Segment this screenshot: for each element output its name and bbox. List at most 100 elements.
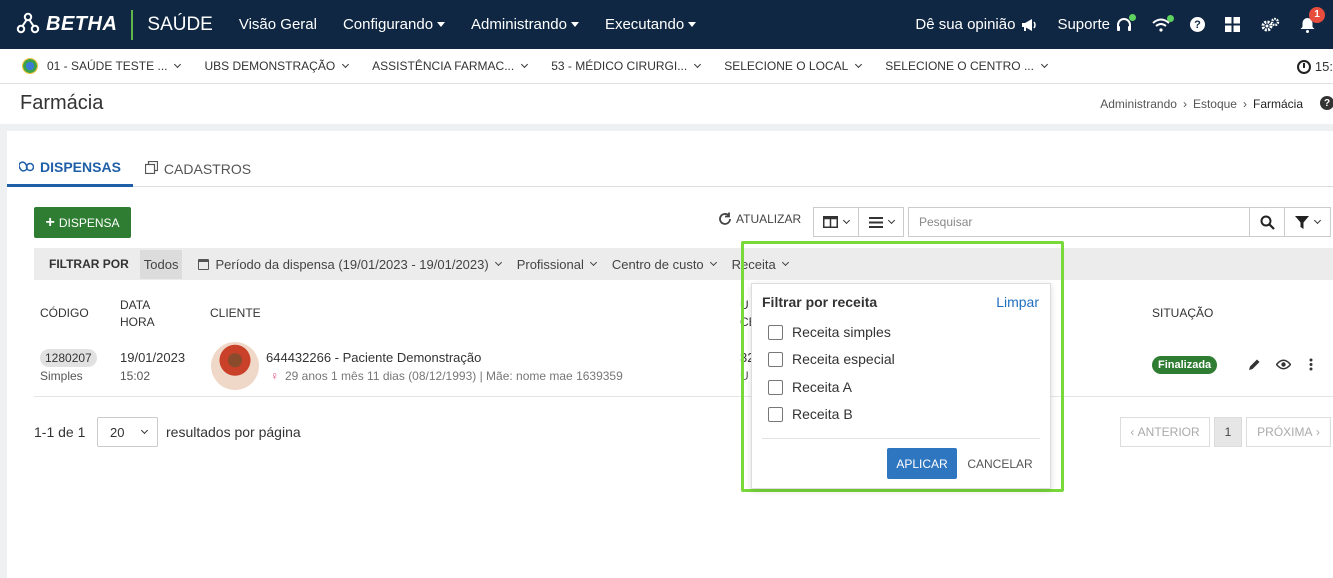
add-dispensa-button[interactable]: + DISPENSA [34, 207, 131, 238]
clock-time: 15: [1314, 59, 1333, 74]
filter-periodo[interactable]: Período da dispensa (19/01/2023 - 19/01/… [198, 257, 502, 272]
refresh-label: ATUALIZAR [736, 212, 802, 226]
tab-dispensas[interactable]: DISPENSAS [7, 150, 133, 187]
support-button[interactable]: Suporte [1057, 13, 1136, 33]
chevron-down-icon [494, 258, 502, 267]
search-input[interactable] [908, 207, 1250, 237]
filter-label: FILTRAR POR [49, 257, 129, 271]
feedback-button[interactable]: Dê sua opinião [915, 16, 1037, 33]
cancel-button[interactable]: CANCELAR [962, 448, 1038, 479]
plus-icon: + [45, 213, 55, 231]
checkbox[interactable] [768, 406, 783, 422]
menu-administrando[interactable]: Administrando [471, 16, 579, 33]
option-label: Receita simples [792, 324, 891, 340]
filter-button[interactable] [1284, 207, 1331, 237]
breadcrumb-administrando[interactable]: Administrando [1100, 97, 1177, 111]
more-options-button[interactable] [1309, 358, 1313, 374]
per-page-select[interactable]: 20 [97, 417, 158, 447]
help-button[interactable]: ? [1190, 17, 1205, 32]
pencil-icon [1249, 359, 1260, 370]
refresh-icon [719, 212, 731, 225]
apps-button[interactable] [1225, 17, 1240, 32]
option-receita-especial[interactable]: Receita especial [768, 351, 895, 367]
per-page-value: 20 [110, 424, 125, 440]
connection-status[interactable] [1152, 14, 1174, 32]
tab-label: CADASTROS [163, 160, 252, 177]
navbar-actions: Dê sua opinião Suporte ? 1 [915, 0, 1325, 49]
calendar-icon [198, 258, 210, 270]
caret-down-icon [688, 22, 697, 27]
per-page-label: resultados por página [166, 424, 301, 440]
main-menu: Visão Geral Configurando Administrando E… [239, 16, 697, 33]
filter-centro-custo[interactable]: Centro de custo [612, 257, 717, 272]
location-selector[interactable]: SELECIONE O LOCAL [724, 59, 863, 73]
chevron-left-icon: ‹ [1130, 425, 1138, 439]
option-label: Receita B [792, 406, 853, 422]
option-receita-a[interactable]: Receita A [768, 379, 852, 395]
receita-filter-dropdown: Filtrar por receita Limpar Receita simpl… [751, 283, 1051, 489]
brand-name: BETHA [46, 13, 118, 35]
megaphone-icon [1022, 18, 1037, 31]
betha-logo-icon [16, 12, 40, 33]
dispensa-time: 15:02 [120, 369, 151, 383]
tab-label: DISPENSAS [40, 159, 121, 175]
status-badge: Finalizada [1152, 356, 1218, 374]
row-divider [34, 396, 1333, 397]
next-label: PRÓXIMA [1257, 425, 1313, 439]
wifi-icon [1152, 14, 1174, 32]
context-bar: 01 - SAÚDE TESTE ... UBS DEMONSTRAÇÃO AS… [0, 49, 1333, 84]
view-button[interactable] [1275, 358, 1292, 373]
sector-selector[interactable]: ASSISTÊNCIA FARMAC... [372, 59, 529, 73]
feedback-label: Dê sua opinião [915, 16, 1016, 33]
support-label: Suporte [1057, 16, 1110, 33]
refresh-button[interactable]: ATUALIZAR [718, 212, 801, 226]
menu-visao-geral[interactable]: Visão Geral [239, 16, 317, 33]
checkbox[interactable] [768, 351, 783, 367]
grid-icon [1225, 17, 1240, 32]
chevron-down-icon [842, 216, 851, 225]
patient-avatar [211, 342, 259, 390]
edit-button[interactable] [1248, 358, 1261, 374]
eye-icon [1275, 359, 1292, 370]
menu-label: Configurando [342, 16, 434, 33]
entity-selector[interactable]: 01 - SAÚDE TESTE ... [22, 58, 182, 74]
option-label: Receita especial [792, 351, 895, 367]
settings-button[interactable] [1260, 17, 1280, 33]
option-receita-simples[interactable]: Receita simples [768, 324, 891, 340]
product-name[interactable]: SAÚDE [147, 14, 212, 36]
option-receita-b[interactable]: Receita B [768, 406, 853, 422]
filter-profissional[interactable]: Profissional [516, 256, 597, 272]
previous-page-button[interactable]: ‹ ANTERIOR [1120, 417, 1210, 447]
patient-name[interactable]: 644432266 - Paciente Demonstração [266, 350, 481, 365]
unit-selector[interactable]: UBS DEMONSTRAÇÃO [204, 59, 350, 73]
header-date[interactable]: DATA [120, 298, 150, 312]
checkbox[interactable] [768, 379, 783, 395]
page-help-icon[interactable]: ? [1320, 96, 1333, 110]
menu-executando[interactable]: Executando [605, 16, 697, 33]
menu-configurando[interactable]: Configurando [342, 16, 446, 33]
chevron-down-icon [342, 60, 350, 69]
question-circle-icon: ? [1190, 17, 1205, 32]
chevron-down-icon [855, 60, 863, 69]
notifications-button[interactable]: 1 [1300, 6, 1325, 33]
center-selector[interactable]: SELECIONE O CENTRO ... [885, 59, 1049, 73]
breadcrumb-separator-icon: › [1182, 97, 1187, 111]
filter-profissional-label: Profissional [516, 256, 584, 272]
filter-all[interactable]: Todos [139, 249, 183, 279]
search-button[interactable] [1249, 207, 1285, 237]
page-number[interactable]: 1 [1214, 417, 1242, 447]
professional-selector[interactable]: 53 - MÉDICO CIRURGI... [551, 59, 702, 73]
clear-filter-link[interactable]: Limpar [996, 294, 1039, 310]
next-page-button[interactable]: PRÓXIMA › [1246, 417, 1331, 447]
breadcrumb-estoque[interactable]: Estoque [1193, 97, 1237, 111]
brand-logo[interactable]: BETHA [14, 11, 117, 39]
list-options-button[interactable] [858, 207, 904, 237]
apply-button[interactable]: APLICAR [887, 448, 957, 479]
header-code[interactable]: CÓDIGO [40, 306, 89, 320]
page-header: Farmácia Administrando › Estoque › Farmá… [0, 84, 1333, 124]
tab-cadastros[interactable]: CADASTROS [133, 150, 263, 187]
columns-toggle-button[interactable] [813, 207, 859, 237]
header-status[interactable]: SITUAÇÃO [1152, 306, 1213, 320]
header-client[interactable]: CLIENTE [210, 306, 261, 320]
checkbox[interactable] [768, 324, 783, 340]
